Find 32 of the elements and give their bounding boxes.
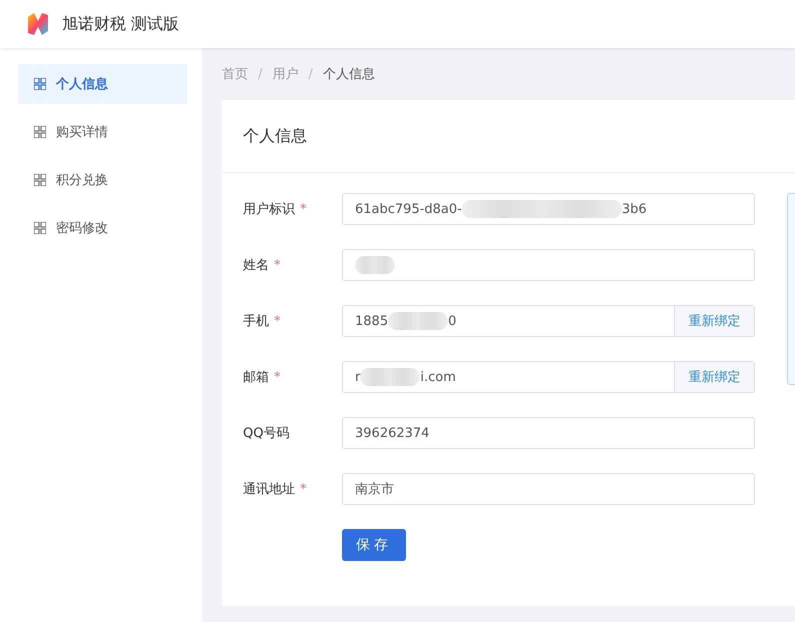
required-mark: *	[274, 314, 280, 329]
field-label: 邮箱	[243, 370, 269, 385]
required-mark: *	[274, 258, 280, 273]
input-field[interactable]: r i.com 重新绑定	[342, 361, 755, 393]
input-field[interactable]: 南京市	[342, 473, 755, 505]
app-title: 旭诺财税 测试版	[62, 14, 180, 34]
field-label: 用户标识	[243, 202, 295, 217]
save-button[interactable]: 保存	[342, 529, 406, 561]
sidebar-item[interactable]: 积分兑换	[18, 160, 187, 200]
breadcrumb-separator: /	[308, 66, 313, 82]
field-label: 通讯地址	[243, 482, 295, 497]
grid-icon	[34, 222, 46, 234]
field-label: 姓名	[243, 258, 269, 273]
grid-icon	[34, 78, 46, 90]
card-title: 个人信息	[222, 100, 795, 173]
field-label: 手机	[243, 314, 269, 329]
input-field[interactable]: 1885 0 重新绑定	[342, 305, 755, 337]
input-field[interactable]: 396262374	[342, 417, 755, 449]
required-mark: *	[274, 370, 280, 385]
sidebar-item[interactable]: 个人信息	[18, 64, 187, 104]
sidebar-item[interactable]: 密码修改	[18, 208, 187, 248]
grid-icon	[34, 126, 46, 138]
input-field[interactable]	[342, 249, 755, 281]
breadcrumb-separator: /	[258, 66, 262, 82]
required-mark: *	[300, 202, 306, 217]
logo-icon	[26, 11, 50, 37]
input-field[interactable]: 61abc795-d8a0- 3b6	[342, 193, 755, 225]
breadcrumb-item: 个人信息	[322, 66, 375, 83]
grid-icon	[34, 174, 46, 186]
field-label: QQ号码	[243, 426, 290, 441]
required-mark: *	[300, 482, 306, 497]
sidebar-item[interactable]: 购买详情	[18, 112, 187, 152]
